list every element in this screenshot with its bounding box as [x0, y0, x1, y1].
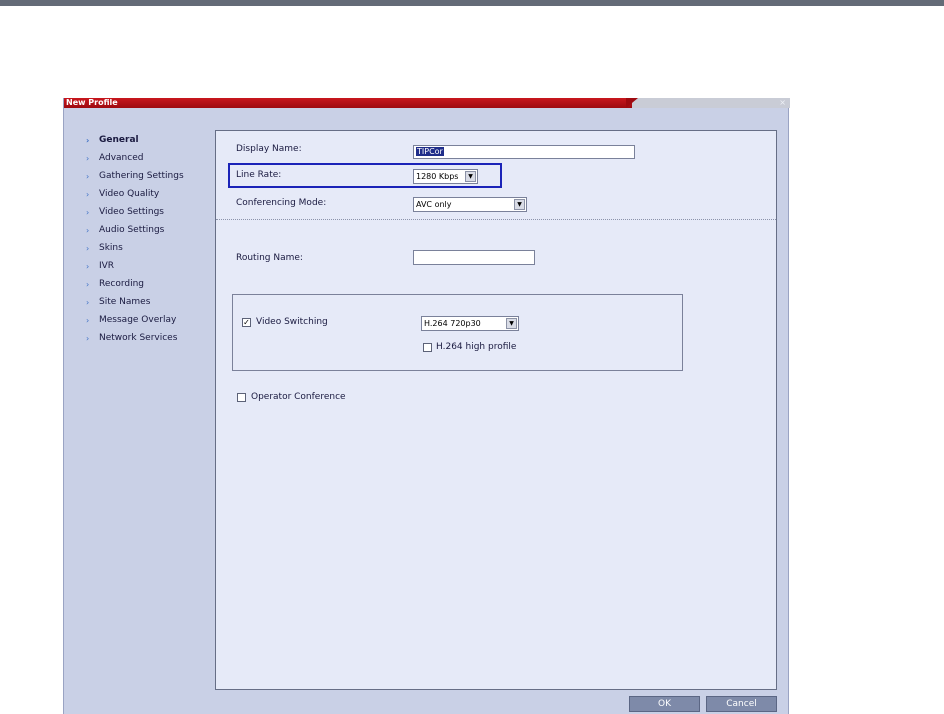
- sidebar-item-label: IVR: [99, 261, 115, 271]
- sidebar-item-recording[interactable]: › Recording: [86, 278, 212, 296]
- sidebar-item-general[interactable]: › General: [86, 134, 212, 152]
- cancel-button[interactable]: Cancel: [706, 696, 777, 712]
- line-rate-select[interactable]: 1280 Kbps ▼: [413, 169, 478, 184]
- sidebar-item-label: Network Services: [99, 333, 178, 343]
- general-settings-panel: Display Name: TIPCor Line Rate: 1280 Kbp…: [215, 130, 777, 690]
- sidebar-item-audio-settings[interactable]: › Audio Settings: [86, 224, 212, 242]
- titlebar-accent: [64, 98, 632, 108]
- sidebar-item-video-settings[interactable]: › Video Settings: [86, 206, 212, 224]
- sidebar-item-label: Gathering Settings: [99, 171, 184, 181]
- video-switching-group: [232, 294, 683, 371]
- chevron-right-icon: ›: [86, 262, 90, 271]
- ok-button[interactable]: OK: [629, 696, 700, 712]
- conferencing-mode-select[interactable]: AVC only ▼: [413, 197, 527, 212]
- chevron-right-icon: ›: [86, 244, 90, 253]
- close-icon[interactable]: ×: [779, 98, 786, 108]
- dialog-title: New Profile: [66, 98, 118, 107]
- routing-name-label: Routing Name:: [236, 253, 303, 263]
- h264-high-profile-label: H.264 high profile: [436, 342, 517, 352]
- chevron-down-icon[interactable]: ▼: [465, 171, 476, 182]
- sidebar-item-advanced[interactable]: › Advanced: [86, 152, 212, 170]
- sidebar-item-label: Skins: [99, 243, 123, 253]
- dialog-titlebar[interactable]: New Profile ×: [64, 98, 790, 108]
- sidebar-item-network-services[interactable]: › Network Services: [86, 332, 212, 350]
- top-band: [0, 0, 944, 6]
- line-rate-value: 1280 Kbps: [416, 172, 459, 181]
- sidebar-item-gathering-settings[interactable]: › Gathering Settings: [86, 170, 212, 188]
- sidebar-item-label: Site Names: [99, 297, 151, 307]
- chevron-right-icon: ›: [86, 136, 90, 145]
- sidebar-item-video-quality[interactable]: › Video Quality: [86, 188, 212, 206]
- conferencing-mode-label: Conferencing Mode:: [236, 198, 327, 208]
- chevron-right-icon: ›: [86, 208, 90, 217]
- sidebar-item-skins[interactable]: › Skins: [86, 242, 212, 260]
- chevron-right-icon: ›: [86, 154, 90, 163]
- display-name-value: TIPCor: [416, 147, 444, 156]
- video-switching-checkbox[interactable]: ✓: [242, 318, 251, 327]
- sidebar-item-ivr[interactable]: › IVR: [86, 260, 212, 278]
- video-switching-select[interactable]: H.264 720p30 ▼: [421, 316, 519, 331]
- chevron-right-icon: ›: [86, 316, 90, 325]
- operator-conference-label: Operator Conference: [251, 392, 346, 402]
- chevron-right-icon: ›: [86, 334, 90, 343]
- sidebar-item-label: General: [99, 135, 139, 145]
- sidebar-nav: › General › Advanced › Gathering Settings › Vid…: [86, 134, 212, 350]
- chevron-down-icon[interactable]: ▼: [514, 199, 525, 210]
- h264-high-profile-checkbox[interactable]: [423, 343, 432, 352]
- sidebar-item-label: Advanced: [99, 153, 144, 163]
- display-name-field[interactable]: TIPCor: [413, 145, 635, 159]
- sidebar-item-label: Video Quality: [99, 189, 160, 199]
- routing-name-field[interactable]: [413, 250, 535, 265]
- chevron-right-icon: ›: [86, 226, 90, 235]
- line-rate-label: Line Rate:: [236, 170, 282, 180]
- display-name-label: Display Name:: [236, 144, 302, 154]
- chevron-right-icon: ›: [86, 280, 90, 289]
- titlebar-accent-tip: [626, 98, 638, 108]
- sidebar-item-label: Recording: [99, 279, 145, 289]
- conferencing-mode-value: AVC only: [416, 200, 452, 209]
- operator-conference-checkbox[interactable]: [237, 393, 246, 402]
- sidebar-item-label: Message Overlay: [99, 315, 177, 325]
- sidebar-item-message-overlay[interactable]: › Message Overlay: [86, 314, 212, 332]
- video-switching-value: H.264 720p30: [424, 319, 481, 328]
- chevron-right-icon: ›: [86, 190, 90, 199]
- sidebar-item-label: Video Settings: [99, 207, 164, 217]
- chevron-right-icon: ›: [86, 298, 90, 307]
- sidebar-item-label: Audio Settings: [99, 225, 165, 235]
- sidebar-item-site-names[interactable]: › Site Names: [86, 296, 212, 314]
- new-profile-dialog: New Profile × › General › Advanced › Gatherin…: [63, 98, 790, 714]
- section-divider: [216, 219, 776, 220]
- chevron-down-icon[interactable]: ▼: [506, 318, 517, 329]
- chevron-right-icon: ›: [86, 172, 90, 181]
- video-switching-label: Video Switching: [256, 317, 328, 327]
